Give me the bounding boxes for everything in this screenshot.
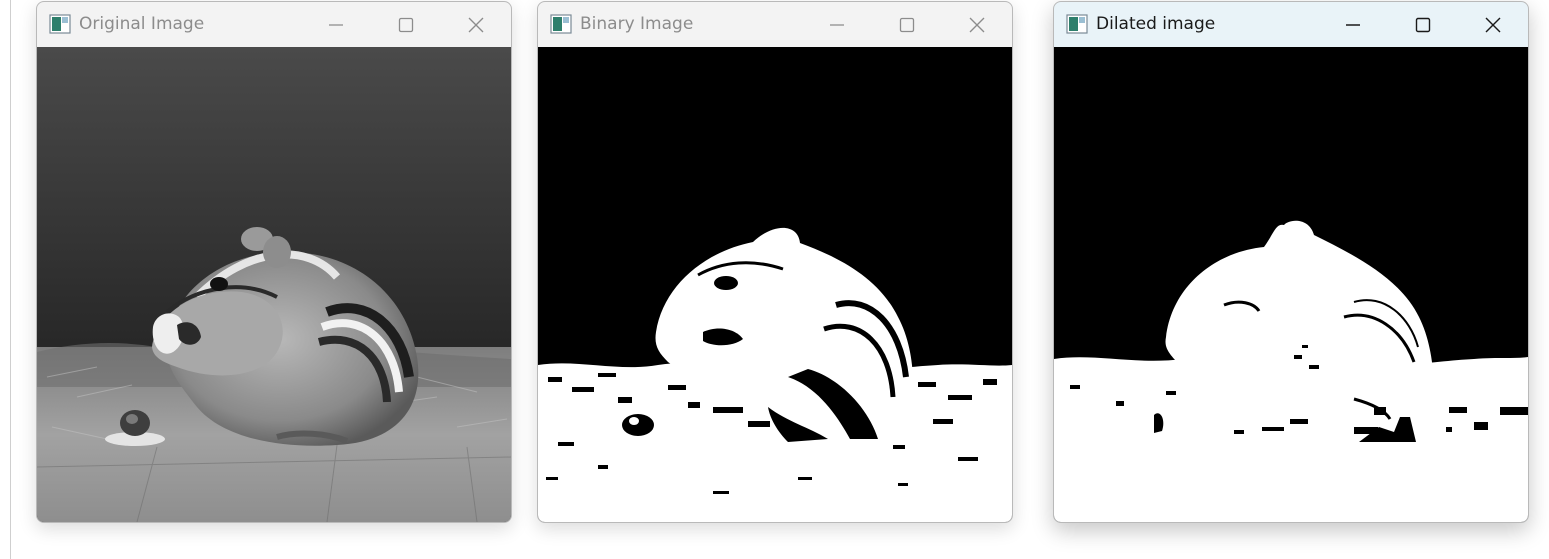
close-icon	[1485, 17, 1501, 33]
close-button[interactable]	[954, 6, 1000, 44]
minimize-button[interactable]	[313, 6, 359, 44]
close-button[interactable]	[453, 6, 499, 44]
maximize-button[interactable]	[884, 6, 930, 44]
minimize-button[interactable]	[814, 6, 860, 44]
close-icon	[969, 17, 985, 33]
minimize-icon	[329, 24, 343, 26]
minimize-icon	[1346, 24, 1360, 26]
window-title: Original Image	[79, 14, 205, 34]
title-bar[interactable]: Binary Image	[538, 2, 1012, 47]
original-image-window[interactable]: Original Image	[36, 1, 512, 523]
title-bar[interactable]: Original Image	[37, 2, 511, 47]
maximize-icon	[398, 17, 414, 33]
desktop-divider	[10, 0, 11, 559]
maximize-button[interactable]	[1400, 6, 1446, 44]
image-canvas[interactable]	[538, 47, 1012, 522]
title-bar[interactable]: Dilated image	[1054, 2, 1528, 47]
maximize-icon	[899, 17, 915, 33]
close-button[interactable]	[1470, 6, 1516, 44]
maximize-icon	[1415, 17, 1431, 33]
binary-image-window[interactable]: Binary Image	[537, 1, 1013, 523]
maximize-button[interactable]	[383, 6, 429, 44]
app-icon	[550, 14, 572, 34]
minimize-icon	[830, 24, 844, 26]
minimize-button[interactable]	[1330, 6, 1376, 44]
window-title: Binary Image	[580, 14, 694, 34]
dilated-image-window[interactable]: Dilated image	[1053, 1, 1529, 523]
close-icon	[468, 17, 484, 33]
window-title: Dilated image	[1096, 14, 1216, 34]
image-canvas[interactable]	[1054, 47, 1528, 522]
chipmunk-photo	[37, 47, 511, 522]
app-icon	[49, 14, 71, 34]
image-canvas[interactable]	[37, 47, 511, 522]
app-icon	[1066, 14, 1088, 34]
binary-mask	[538, 47, 1012, 522]
dilated-mask	[1054, 47, 1528, 522]
